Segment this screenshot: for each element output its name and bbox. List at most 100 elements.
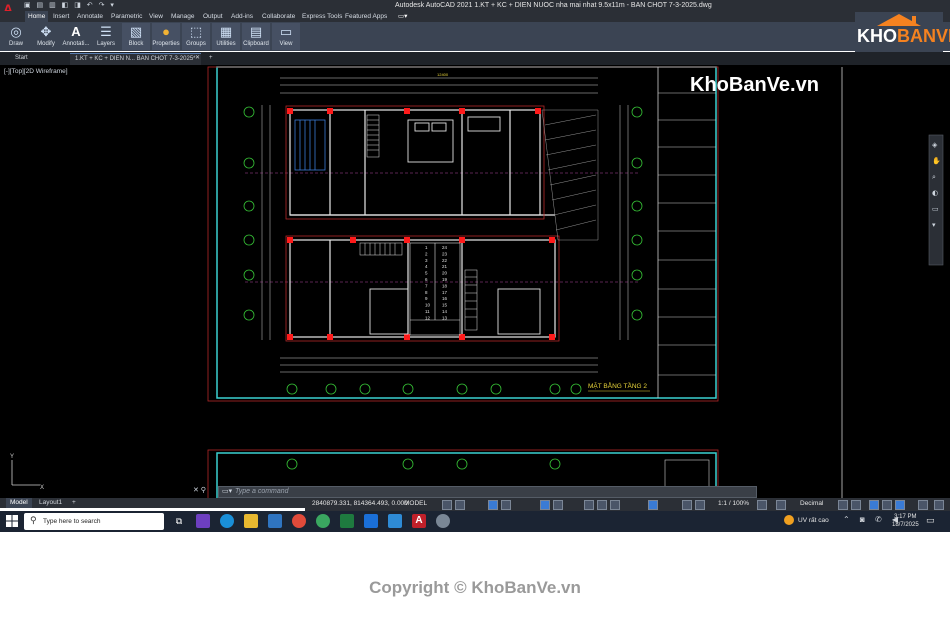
taskbar-clock[interactable]: 3:17 PM 18/7/2025 (892, 513, 919, 529)
add-layout-icon[interactable]: + (68, 498, 80, 508)
watermark-text: KhoBanVe.vn (690, 74, 819, 96)
misc-app-icon[interactable] (436, 514, 450, 528)
svg-text:▾: ▾ (932, 221, 936, 229)
taskbar-search-box[interactable]: ⚲ Type here to search (24, 513, 164, 530)
tab-featured-apps[interactable]: Featured Apps (345, 11, 387, 22)
command-line-close-icon[interactable]: ✕ ⚲ (193, 486, 206, 494)
model-space-toggle[interactable]: MODEL (404, 500, 427, 507)
stair-step-number: 15 (442, 303, 448, 308)
polar-icon[interactable] (501, 500, 511, 510)
command-prompt-icon: ▭▾ (222, 488, 233, 495)
viewport-controls[interactable]: [-][Top][2D Wireframe] (4, 68, 68, 75)
command-input[interactable]: Type a command (235, 487, 289, 497)
coccoc-app-icon[interactable] (316, 514, 330, 528)
block-button[interactable]: ▧ Block (122, 23, 150, 50)
ucs-icon (11, 460, 40, 486)
zalo-app-icon[interactable] (364, 514, 378, 528)
edge-app-icon[interactable] (220, 514, 234, 528)
tab-express-tools[interactable]: Express Tools (302, 11, 342, 22)
properties-button[interactable]: ● Properties (152, 23, 180, 50)
svg-text:⌕: ⌕ (932, 173, 936, 181)
auto-scale-icon[interactable] (695, 500, 705, 510)
stair-steps-right: 2423 2221 201918 1716 151413 (442, 245, 448, 320)
tab-layout1[interactable]: Layout1 (35, 498, 66, 508)
excel-app-icon[interactable] (340, 514, 354, 528)
groups-button[interactable]: ⬚ Groups (182, 23, 210, 50)
draw-button[interactable]: ◎ Draw (2, 23, 30, 50)
tab-insert[interactable]: Insert (53, 11, 69, 22)
ortho-icon[interactable] (488, 500, 498, 510)
utilities-button[interactable]: ▦ Utilities (212, 23, 240, 50)
quick-properties-icon[interactable] (838, 500, 848, 510)
tab-model[interactable]: Model (6, 498, 32, 508)
drawing-tab[interactable]: 1.KT + KC + DIEN N... BAN CHOT 7-3-2025* (70, 53, 201, 65)
notification-icon[interactable]: ▭ (926, 515, 935, 526)
tab-parametric[interactable]: Parametric (111, 11, 142, 22)
stair-steps-left: 123456789101112 (425, 245, 431, 320)
start-tab[interactable]: Start (10, 53, 33, 64)
stair-step-number: 20 (442, 271, 448, 276)
stair-step-number: 9 (425, 296, 428, 301)
svg-text:✋: ✋ (932, 156, 941, 165)
weather-widget[interactable]: UV rất cao (784, 514, 829, 528)
annotation-visibility-icon[interactable] (682, 500, 692, 510)
navigation-bar[interactable] (928, 134, 944, 266)
ribbon-toggle-icon[interactable]: ▭▾ (398, 11, 407, 22)
tab-collaborate[interactable]: Collaborate (262, 11, 295, 22)
svg-text:◐: ◐ (932, 189, 938, 197)
file-explorer-app-icon[interactable] (244, 514, 258, 528)
search-input[interactable]: Type here to search (43, 513, 100, 530)
clean-screen-icon[interactable] (895, 500, 905, 510)
workspace-gear-icon[interactable] (757, 500, 767, 510)
new-tab-icon[interactable]: + (204, 53, 218, 64)
transparency-icon[interactable] (597, 500, 607, 510)
grid-icon[interactable] (442, 500, 452, 510)
stair-step-number: 3 (425, 258, 428, 263)
selection-cycling-icon[interactable] (610, 500, 620, 510)
stair-step-number: 16 (442, 296, 448, 301)
annotation-monitor-icon[interactable] (648, 500, 658, 510)
title-bar: A ▣ ▤ ▥ ◧ ◨ ↶ ↷ ▾ Autodesk AutoCAD 2021 … (0, 0, 950, 17)
tab-output[interactable]: Output (203, 11, 223, 22)
stair-step-number: 24 (442, 245, 448, 250)
store-app-icon[interactable] (268, 514, 282, 528)
chrome-app-icon[interactable] (292, 514, 306, 528)
ribbon-panel: ◎ Draw ✥ Modify A Annotati... ☰ Layers ▧ Bloc… (0, 22, 950, 51)
modify-button[interactable]: ✥ Modify (32, 23, 60, 50)
quick-access-toolbar[interactable]: ▣ ▤ ▥ ◧ ◨ ↶ ↷ ▾ (24, 0, 116, 11)
autocad-app-icon[interactable]: A (412, 514, 426, 528)
annotation-button[interactable]: A Annotati... (62, 23, 90, 50)
status-menu-icon[interactable] (934, 500, 944, 510)
hardware-acceleration-icon[interactable] (882, 500, 892, 510)
utility-app-icon[interactable] (388, 514, 402, 528)
ribbon-tabs: Home Insert Annotate Parametric View Man… (0, 11, 950, 22)
snap-icon[interactable] (455, 500, 465, 510)
tab-home[interactable]: Home (25, 11, 49, 22)
svg-text:X: X (40, 485, 44, 491)
tab-manage[interactable]: Manage (171, 11, 195, 22)
annotation-scale[interactable]: 1:1 / 100% (718, 500, 749, 507)
stair-step-number: 5 (425, 271, 428, 276)
view-button[interactable]: ▭ View (272, 23, 300, 50)
otrack-icon[interactable] (553, 500, 563, 510)
osnap-icon[interactable] (540, 500, 550, 510)
tab-annotate[interactable]: Annotate (77, 11, 103, 22)
lock-ui-icon[interactable] (851, 500, 861, 510)
command-line[interactable]: ▭▾ Type a command (218, 486, 757, 498)
customization-icon[interactable] (918, 500, 928, 510)
clipboard-button[interactable]: ▤ Clipboard (242, 23, 270, 50)
close-tab-icon[interactable]: ✕ (190, 53, 205, 64)
annotation-plus-icon[interactable] (776, 500, 786, 510)
stair-step-number: 7 (425, 283, 428, 288)
task-view-icon[interactable]: ⧉ (172, 514, 186, 528)
stair-step-number: 10 (425, 303, 431, 308)
isolate-objects-icon[interactable] (869, 500, 879, 510)
lineweight-icon[interactable] (584, 500, 594, 510)
tab-add-ins[interactable]: Add-ins (231, 11, 253, 22)
layers-button[interactable]: ☰ Layers (92, 23, 120, 50)
units-display[interactable]: Decimal (800, 500, 823, 507)
tab-view[interactable]: View (149, 11, 163, 22)
coordinates-readout[interactable]: 2840879.331, 814364.493, 0.000 (312, 500, 408, 507)
copilot-app-icon[interactable] (196, 514, 210, 528)
windows-start-icon[interactable] (6, 515, 18, 527)
